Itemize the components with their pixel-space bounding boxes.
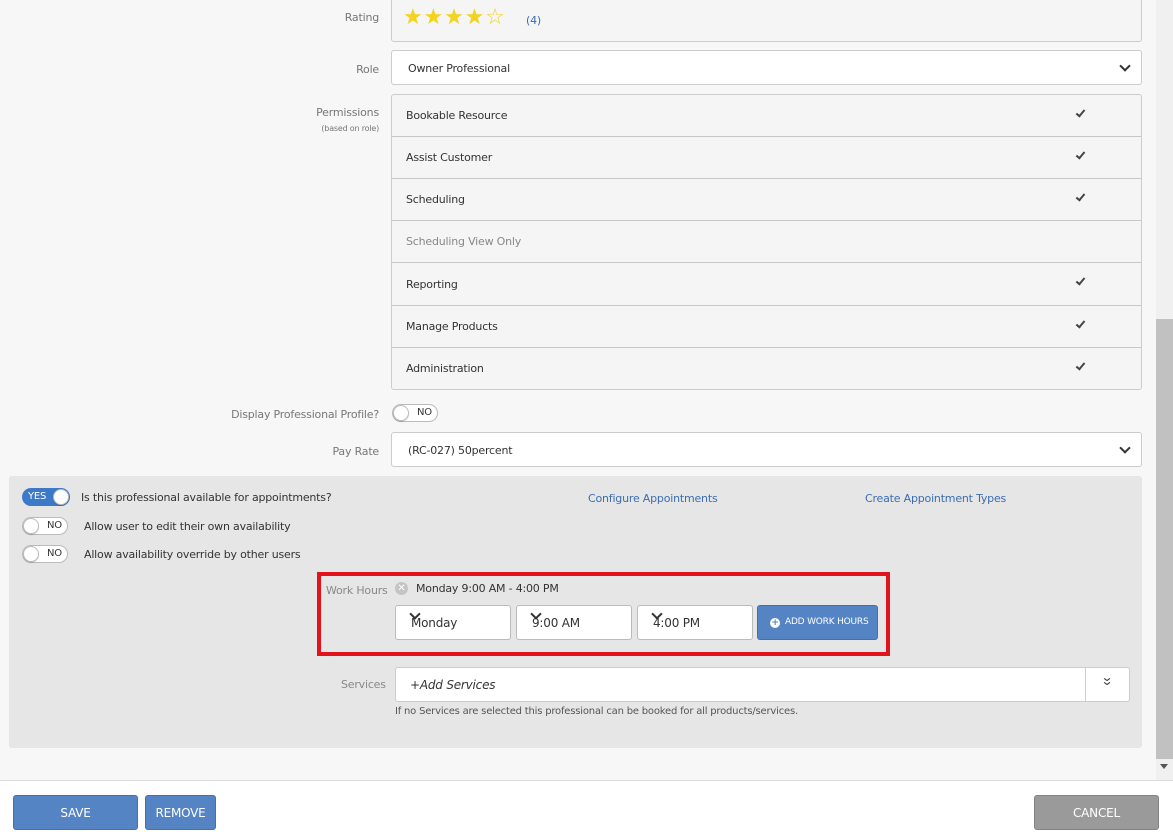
permission-label: Reporting [406, 278, 458, 291]
permission-label: Bookable Resource [406, 109, 508, 122]
checkmark-icon [1075, 149, 1086, 160]
rating-box: ★ ★ ★ ★ ☆ (4) [391, 0, 1142, 42]
toggle-text: NO [47, 548, 62, 559]
scrollbar-thumb[interactable] [1156, 319, 1173, 759]
display-profile-toggle[interactable]: NO [392, 404, 438, 422]
services-input[interactable]: +Add Services ⌄ ⌄ [395, 667, 1130, 702]
services-help: If no Services are selected this profess… [395, 706, 798, 717]
checkmark-icon [1075, 360, 1086, 371]
work-hours-entry: Monday 9:00 AM - 4:00 PM [416, 582, 559, 595]
pay-rate-select[interactable]: (RC-027) 50percent [391, 432, 1142, 467]
remove-circle-icon[interactable]: ✕ [395, 582, 408, 595]
scroll-down-icon[interactable] [1160, 764, 1168, 769]
available-label: Is this professional available for appoi… [81, 491, 332, 504]
save-button[interactable]: SAVE [13, 795, 138, 830]
services-label: Services [341, 678, 386, 691]
override-toggle[interactable]: NO [22, 545, 68, 563]
edit-own-label: Allow user to edit their own availabilit… [84, 520, 291, 533]
create-appointment-types-link[interactable]: Create Appointment Types [865, 492, 1006, 505]
star-rating[interactable]: ★ ★ ★ ★ ☆ [403, 7, 505, 29]
availability-panel: YES Is this professional available for a… [9, 476, 1142, 748]
override-label: Allow availability override by other use… [84, 548, 301, 561]
day-select[interactable]: Monday [395, 605, 511, 640]
available-toggle[interactable]: YES [22, 488, 70, 506]
toggle-text: YES [28, 491, 47, 502]
checkmark-icon [1075, 107, 1086, 118]
plus-circle-icon: + [770, 618, 780, 628]
star-filled-icon[interactable]: ★ [444, 7, 464, 29]
permission-row: Bookable Resource [392, 95, 1141, 137]
toggle-knob [53, 489, 69, 505]
checkmark-icon [1075, 275, 1086, 286]
add-work-hours-button[interactable]: + ADD WORK HOURS [757, 605, 878, 640]
permission-row: Scheduling [392, 179, 1141, 221]
checkmark-icon [1075, 318, 1086, 329]
scrollbar[interactable] [1156, 0, 1173, 780]
toggle-knob [23, 518, 39, 534]
chevron-down-icon [1119, 59, 1131, 72]
configure-appointments-link[interactable]: Configure Appointments [588, 492, 718, 505]
toggle-text: NO [47, 520, 62, 531]
permissions-label: Permissions [316, 106, 379, 119]
edit-own-toggle[interactable]: NO [22, 517, 68, 535]
double-chevron-down-icon: ⌄ [1100, 670, 1114, 684]
permission-label: Scheduling [406, 193, 465, 206]
footer-bar: SAVE REMOVE CANCEL [0, 780, 1173, 840]
star-empty-icon[interactable]: ☆ [485, 7, 505, 29]
toggle-knob [23, 546, 39, 562]
chevron-down-icon [1119, 441, 1131, 454]
permission-row: Assist Customer [392, 137, 1141, 179]
pay-rate-label: Pay Rate [332, 445, 379, 458]
start-time-value: 9:00 AM [532, 616, 580, 630]
work-hours-controls: Monday 9:00 AM 4:00 PM + ADD WORK HOURS [395, 605, 885, 641]
role-select[interactable]: Owner Professional [391, 50, 1142, 85]
permissions-list: Bookable Resource Assist Customer Schedu… [391, 94, 1142, 390]
cancel-label: CANCEL [1072, 806, 1120, 820]
permission-label: Assist Customer [406, 151, 493, 164]
role-value: Owner Professional [408, 62, 510, 75]
services-dropdown-button[interactable]: ⌄ ⌄ [1085, 668, 1129, 701]
rating-label: Rating [344, 11, 379, 24]
star-filled-icon[interactable]: ★ [465, 7, 485, 29]
role-label: Role [356, 63, 379, 76]
services-placeholder: +Add Services [410, 678, 496, 692]
permission-row: Administration [392, 348, 1141, 390]
permission-row: Scheduling View Only [392, 221, 1141, 263]
end-time-select[interactable]: 4:00 PM [637, 605, 753, 640]
end-time-value: 4:00 PM [653, 616, 700, 630]
rating-count: (4) [526, 14, 541, 27]
star-filled-icon[interactable]: ★ [424, 7, 444, 29]
star-filled-icon[interactable]: ★ [403, 7, 423, 29]
toggle-text: NO [417, 407, 432, 418]
permissions-sublabel: (based on role) [321, 124, 379, 133]
permission-row: Reporting [392, 263, 1141, 306]
display-profile-label: Display Professional Profile? [231, 408, 379, 421]
save-label: SAVE [60, 806, 91, 820]
remove-button[interactable]: REMOVE [145, 795, 216, 830]
toggle-knob [393, 405, 409, 421]
permission-row: Manage Products [392, 306, 1141, 348]
checkmark-icon [1075, 191, 1086, 202]
remove-label: REMOVE [155, 806, 206, 820]
permission-label: Scheduling View Only [406, 235, 522, 248]
day-value: Monday [411, 616, 458, 630]
start-time-select[interactable]: 9:00 AM [516, 605, 632, 640]
permission-label: Administration [406, 362, 484, 375]
permission-label: Manage Products [406, 320, 498, 333]
pay-rate-value: (RC-027) 50percent [408, 444, 513, 457]
work-hours-label: Work Hours [326, 584, 388, 597]
cancel-button[interactable]: CANCEL [1034, 795, 1159, 830]
add-work-hours-label: ADD WORK HOURS [785, 617, 869, 627]
